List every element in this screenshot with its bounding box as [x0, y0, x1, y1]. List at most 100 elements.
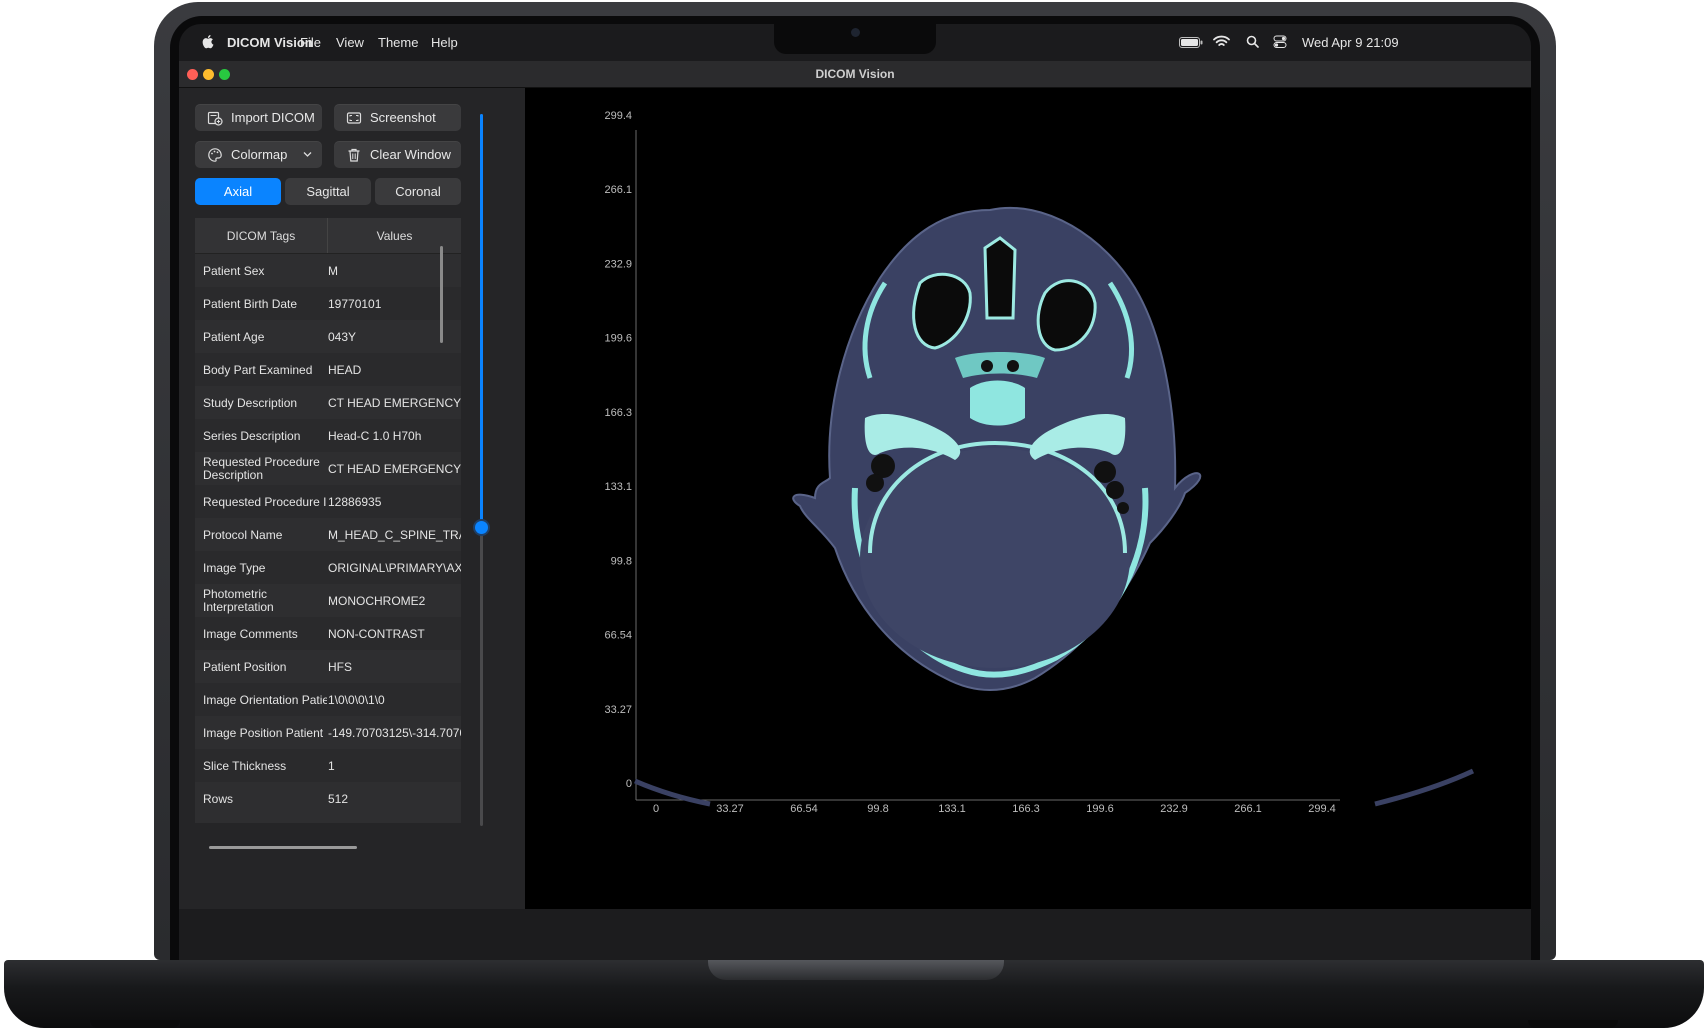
- app-window: DICOM Vision Import DICOM Screenshot Col…: [179, 61, 1531, 909]
- tag-value-cell: MONOCHROME2: [328, 594, 426, 608]
- table-row[interactable]: Slice Thickness 1: [195, 749, 461, 782]
- table-row[interactable]: Protocol Name M_HEAD_C_SPINE_TRAUI: [195, 518, 461, 551]
- menu-theme[interactable]: Theme: [378, 35, 418, 50]
- x-tick-label: 33.27: [716, 803, 744, 815]
- tag-value-cell: CT HEAD EMERGENCY: [328, 462, 461, 476]
- table-row[interactable]: Requested Procedure Description CT HEAD E…: [195, 452, 461, 485]
- search-icon[interactable]: [1246, 35, 1259, 48]
- y-tick-label: 299.4: [604, 110, 632, 122]
- table-vertical-scrollbar[interactable]: [440, 246, 443, 343]
- laptop-foot-left: [90, 1020, 180, 1028]
- table-row[interactable]: Patient Birth Date 19770101: [195, 287, 461, 320]
- tag-name-cell: Image Type: [203, 561, 266, 575]
- clear-window-label: Clear Window: [370, 147, 451, 162]
- table-header: DICOM Tags Values: [195, 218, 461, 254]
- x-tick-label: 99.8: [867, 803, 888, 815]
- tag-value-cell: NON-CONTRAST: [328, 627, 425, 641]
- tag-name-cell: Requested Procedure Description: [203, 455, 320, 482]
- table-row[interactable]: Image Type ORIGINAL\PRIMARY\AXIAI: [195, 551, 461, 584]
- table-row[interactable]: Series Description Head-C 1.0 H70h: [195, 419, 461, 452]
- tag-name-cell: Slice Thickness: [203, 759, 287, 773]
- table-row[interactable]: Body Part Examined HEAD: [195, 353, 461, 386]
- screen: DICOM Vision File View Theme Help Wed Ap…: [179, 24, 1531, 960]
- tag-name-cell: Rows: [203, 792, 234, 806]
- y-tick-label: 0: [626, 778, 632, 790]
- table-row[interactable]: Photometric Interpretation MONOCHROME2: [195, 584, 461, 617]
- y-tick-label: 99.8: [611, 555, 632, 567]
- tab-coronal[interactable]: Coronal: [375, 178, 461, 205]
- wifi-icon[interactable]: [1213, 35, 1230, 48]
- tag-name-cell: Photometric Interpretation: [203, 587, 274, 614]
- table-row[interactable]: Image Position Patient -149.70703125\-314…: [195, 716, 461, 749]
- y-tick-label: 166.3: [604, 407, 632, 419]
- tag-name-cell: Series Description: [203, 429, 301, 443]
- x-tick-label: 0: [653, 803, 659, 815]
- colormap-dropdown[interactable]: Colormap: [195, 141, 322, 168]
- dicom-tags-table[interactable]: DICOM Tags Values Patient Sex M Patient Bi…: [195, 218, 461, 823]
- import-file-icon: [207, 111, 223, 126]
- colormap-label: Colormap: [231, 147, 288, 162]
- menu-view[interactable]: View: [336, 35, 364, 50]
- y-tick-label: 66.54: [604, 630, 632, 642]
- table-row[interactable]: Rows 512: [195, 782, 461, 815]
- tag-name-cell: Protocol Name: [203, 528, 283, 542]
- table-row[interactable]: Patient Sex M: [195, 254, 461, 287]
- table-row[interactable]: Patient Position HFS: [195, 650, 461, 683]
- image-viewer[interactable]: 299.4 266.1 232.9 199.6 166.3 133.1 99.8 66.54 3…: [525, 88, 1531, 909]
- y-tick-label: 199.6: [604, 333, 632, 345]
- x-tick-label: 232.9: [1160, 803, 1188, 815]
- window-title: DICOM Vision: [815, 67, 895, 81]
- table-row[interactable]: Study Description CT HEAD EMERGENCY: [195, 386, 461, 419]
- tag-value-cell: 1\0\0\0\1\0: [328, 693, 385, 707]
- sidebar-panel: Import DICOM Screenshot Colormap Clear W…: [179, 88, 525, 909]
- tag-value-cell: CT HEAD EMERGENCY: [328, 396, 461, 410]
- camera-icon: [851, 28, 860, 37]
- ct-axial-slice: [792, 206, 1202, 691]
- slice-slider-fill: [480, 114, 483, 527]
- x-tick-label: 166.3: [1012, 803, 1040, 815]
- tag-name-cell: Patient Age: [203, 330, 265, 344]
- palette-icon: [208, 147, 222, 162]
- apple-icon[interactable]: [201, 34, 214, 49]
- slice-slider-knob[interactable]: [475, 521, 488, 534]
- x-tick-label: 133.1: [938, 803, 966, 815]
- tag-name-cell: Image Orientation Patient: [203, 693, 327, 707]
- tag-name-cell: Image Position Patient: [203, 726, 324, 740]
- column-header-values[interactable]: Values: [328, 229, 461, 243]
- table-row[interactable]: Image Comments NON-CONTRAST: [195, 617, 461, 650]
- table-row[interactable]: Patient Age 043Y: [195, 320, 461, 353]
- control-center-icon[interactable]: [1273, 35, 1287, 48]
- x-tick-label: 299.4: [1308, 803, 1336, 815]
- y-tick-label: 266.1: [604, 184, 632, 196]
- laptop-hinge: [708, 960, 1004, 980]
- table-couch-left: [634, 778, 711, 807]
- screenshot-button[interactable]: Screenshot: [334, 104, 461, 131]
- tag-name-cell: Patient Sex: [203, 264, 265, 278]
- battery-icon[interactable]: [1179, 37, 1203, 48]
- tag-name-cell: Image Comments: [203, 627, 298, 641]
- clear-window-button[interactable]: Clear Window: [334, 141, 461, 168]
- import-dicom-button[interactable]: Import DICOM: [195, 104, 322, 131]
- x-tick-label: 66.54: [790, 803, 818, 815]
- tag-value-cell: HEAD: [328, 363, 362, 377]
- tab-axial[interactable]: Axial: [195, 178, 281, 205]
- tag-name-cell: Patient Birth Date: [203, 297, 298, 311]
- menu-file[interactable]: File: [300, 35, 321, 50]
- menu-clock[interactable]: Wed Apr 9 21:09: [1302, 35, 1399, 50]
- table-row[interactable]: Requested Procedure ID 12886935: [195, 485, 461, 518]
- tag-value-cell: 512: [328, 792, 349, 806]
- chevron-down-icon: [303, 152, 312, 157]
- column-header-tags[interactable]: DICOM Tags: [195, 229, 327, 243]
- trash-icon: [348, 148, 360, 162]
- table-horizontal-scrollbar[interactable]: [209, 846, 357, 849]
- ct-viewport[interactable]: 299.4 266.1 232.9 199.6 166.3 133.1 99.8 66.54 3…: [525, 88, 1531, 909]
- table-row[interactable]: Image Orientation Patient 1\0\0\0\1\0: [195, 683, 461, 716]
- x-tick-label: 266.1: [1234, 803, 1262, 815]
- screen-bottom-strip: [179, 909, 1531, 960]
- menu-help[interactable]: Help: [431, 35, 458, 50]
- tab-sagittal[interactable]: Sagittal: [285, 178, 371, 205]
- tag-value-cell: ORIGINAL\PRIMARY\AXIAI: [328, 561, 461, 575]
- tag-name-cell: Body Part Examined: [203, 363, 313, 377]
- table-couch-right: [1374, 768, 1475, 807]
- y-tick-label: 232.9: [604, 258, 632, 270]
